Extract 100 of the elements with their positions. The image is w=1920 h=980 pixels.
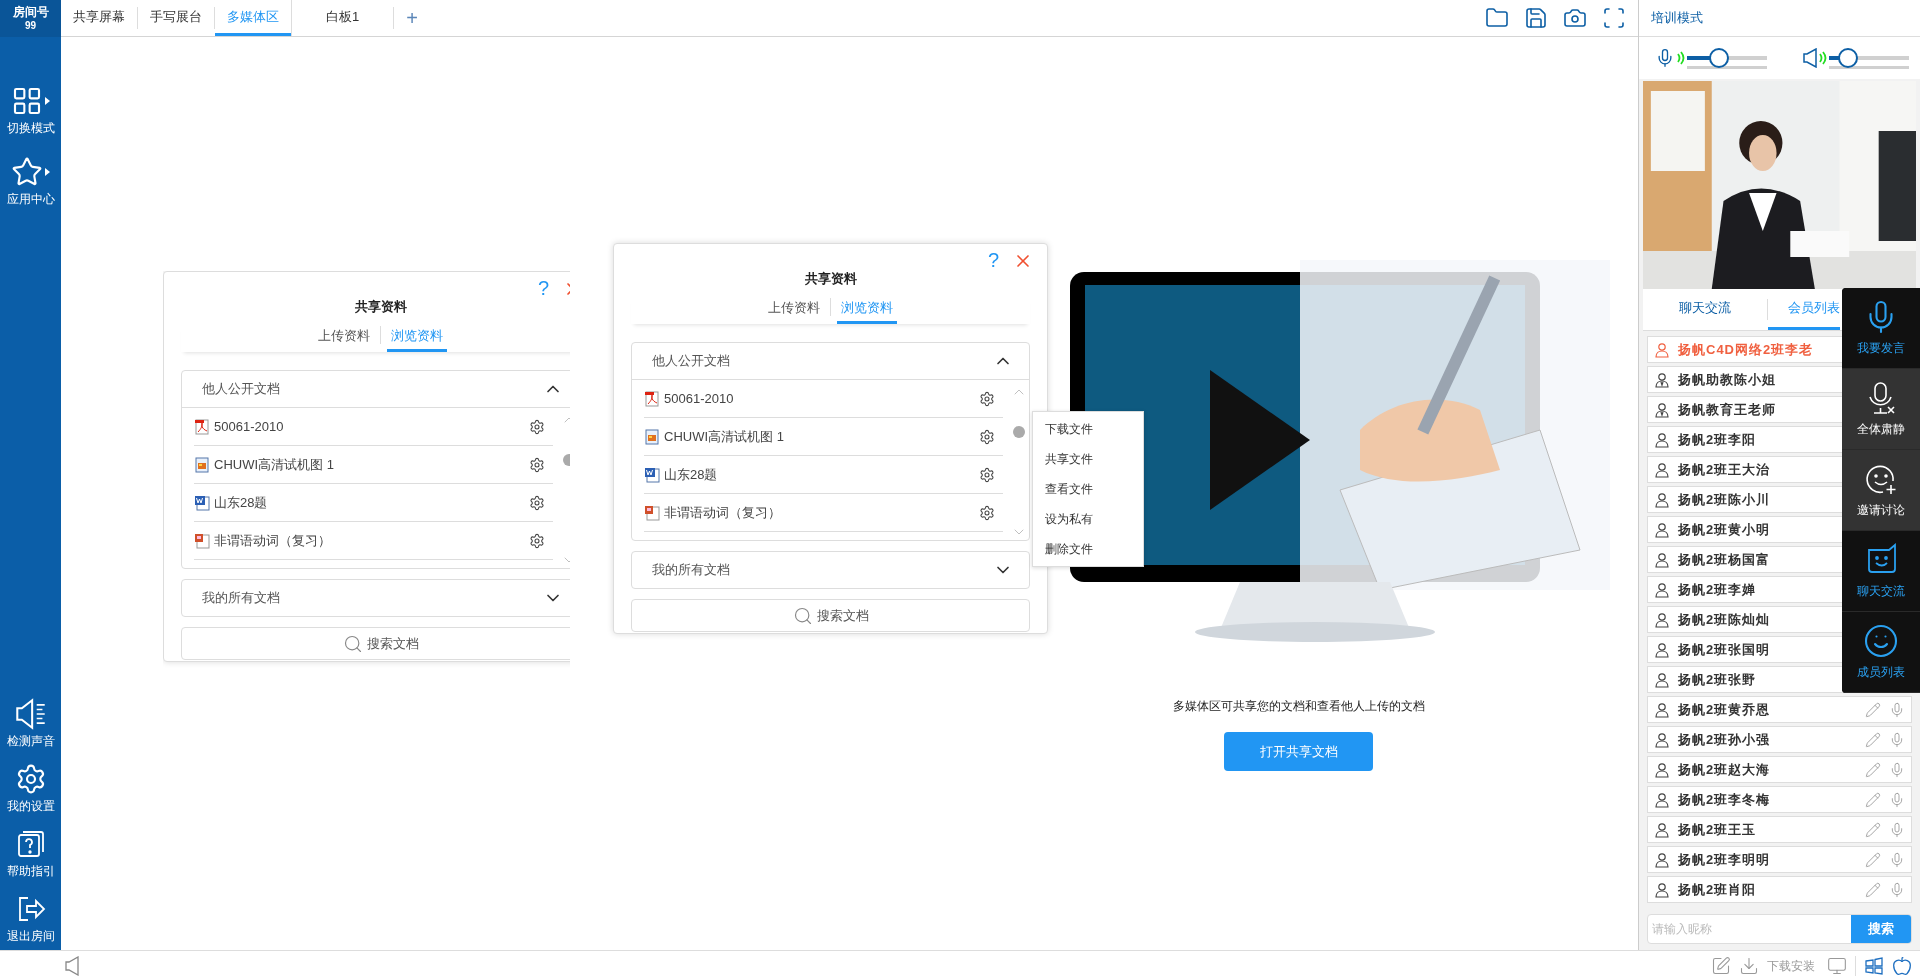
member-name: 扬帆2班陈灿灿	[1678, 610, 1771, 629]
slider-thumb[interactable]	[1709, 48, 1729, 68]
mode-label: 培训模式	[1651, 9, 1703, 28]
file-name: 非谓语动词（复习）	[664, 503, 782, 522]
pencil-icon[interactable]	[1865, 791, 1881, 808]
settings-icon[interactable]	[979, 466, 995, 483]
menu-item[interactable]: 下载文件	[1033, 414, 1143, 444]
file-row[interactable]: CHUWI高清试机图 1	[194, 446, 553, 484]
action-button[interactable]: 邀请讨论	[1842, 450, 1920, 531]
member-name: 扬帆2班肖阳	[1678, 880, 1757, 899]
save-icon[interactable]	[1524, 6, 1548, 30]
action-button[interactable]: 我要发言	[1842, 288, 1920, 369]
menu-item[interactable]: 共享文件	[1033, 444, 1143, 474]
pencil-icon[interactable]	[1865, 761, 1881, 778]
microphone-icon[interactable]	[1889, 731, 1905, 748]
file-row[interactable]: 50061-2010	[194, 408, 553, 446]
monitor-icon[interactable]	[1827, 955, 1847, 976]
pencil-icon[interactable]	[1865, 701, 1881, 718]
tab[interactable]: 手写展台	[138, 0, 214, 36]
speaker-icon[interactable]	[65, 955, 79, 976]
edit-icon[interactable]	[1711, 955, 1731, 976]
member-name: 扬帆2班张野	[1678, 670, 1757, 689]
member-row[interactable]: 扬帆2班李明明	[1647, 846, 1912, 873]
member-row[interactable]: 扬帆2班赵大海	[1647, 756, 1912, 783]
microphone-icon[interactable]	[1889, 821, 1905, 838]
dialog-title: 共享资料	[354, 297, 407, 316]
apple-icon[interactable]	[1892, 955, 1912, 976]
member-row[interactable]: 扬帆2班李冬梅	[1647, 786, 1912, 813]
member-name: 扬帆2班黄乔恩	[1678, 700, 1771, 719]
settings-icon[interactable]	[979, 390, 995, 407]
microphone-icon[interactable]	[1889, 881, 1905, 898]
menu-item[interactable]: 删除文件	[1033, 534, 1143, 564]
member-row[interactable]: 扬帆2班肖阳	[1647, 876, 1912, 903]
add-tab-button[interactable]: +	[394, 0, 430, 36]
search-documents-button[interactable]: 搜索文档	[631, 599, 1030, 632]
microphone-icon[interactable]	[1889, 791, 1905, 808]
action-button[interactable]: 全体肃静	[1842, 369, 1920, 450]
camera-icon[interactable]	[1563, 6, 1587, 30]
menu-item[interactable]: 设为私有	[1033, 504, 1143, 534]
file-row[interactable]: 非谓语动词（复习）	[644, 494, 1003, 532]
settings-icon[interactable]	[979, 504, 995, 521]
menu-item[interactable]: 查看文件	[1033, 474, 1143, 504]
tab[interactable]: 共享屏幕	[61, 0, 137, 36]
member-name: 扬帆2班黄小明	[1678, 520, 1771, 539]
sidebar-item[interactable]: 我的设置	[0, 757, 61, 820]
person-icon	[1654, 551, 1670, 568]
slides-file-icon	[644, 504, 660, 521]
file-row[interactable]: 山东28题	[194, 484, 553, 522]
section-header[interactable]: 我的所有文档	[632, 552, 1029, 588]
settings-icon[interactable]	[529, 532, 545, 549]
sidebar-item[interactable]: 检测声音	[0, 692, 61, 755]
speaker-icon	[1803, 48, 1817, 68]
person-icon	[1654, 881, 1670, 898]
slider-thumb[interactable]	[1838, 48, 1859, 68]
microphone-icon[interactable]	[1889, 761, 1905, 778]
signal-icon	[1819, 51, 1827, 65]
speaker-icon	[14, 698, 47, 730]
section-header[interactable]: 我的所有文档	[182, 580, 570, 616]
download-icon[interactable]	[1739, 955, 1759, 976]
search-documents-button[interactable]: 搜索文档	[181, 627, 570, 660]
settings-icon[interactable]	[529, 456, 545, 473]
settings-icon[interactable]	[529, 418, 545, 435]
pencil-icon[interactable]	[1865, 881, 1881, 898]
panel-tab[interactable]: 聊天交流	[1643, 289, 1767, 330]
dialog-tab[interactable]: 上传资料	[314, 325, 374, 352]
section-header[interactable]: 他人公开文档	[632, 343, 1029, 379]
dialog-tab[interactable]: 上传资料	[764, 297, 824, 324]
file-name: 50061-2010	[664, 389, 735, 408]
microphone-icon[interactable]	[1889, 701, 1905, 718]
pencil-icon[interactable]	[1865, 731, 1881, 748]
slides-file-icon	[194, 532, 210, 549]
member-name: 扬帆2班杨国富	[1678, 550, 1771, 569]
member-row[interactable]: 扬帆2班黄乔恩	[1647, 696, 1912, 723]
star-icon	[11, 156, 50, 188]
settings-icon[interactable]	[529, 494, 545, 511]
file-name: CHUWI高清试机图 1	[664, 427, 785, 446]
member-row[interactable]: 扬帆2班孙小强	[1647, 726, 1912, 753]
microphone-icon[interactable]	[1889, 851, 1905, 868]
file-row[interactable]: CHUWI高清试机图 1	[644, 418, 1003, 456]
file-name: CHUWI高清试机图 1	[214, 455, 335, 474]
tab[interactable]: 白板1	[292, 0, 394, 36]
member-name: 扬帆2班赵大海	[1678, 760, 1771, 779]
fullscreen-icon[interactable]	[1602, 6, 1626, 30]
member-row[interactable]: 扬帆2班王玉	[1647, 816, 1912, 843]
file-row[interactable]: 非谓语动词（复习）	[194, 522, 553, 560]
windows-icon[interactable]	[1864, 955, 1884, 976]
section-header[interactable]: 他人公开文档	[182, 371, 570, 407]
sidebar-item[interactable]: 帮助指引	[0, 822, 61, 885]
file-row[interactable]: 山东28题	[644, 456, 1003, 494]
folder-icon[interactable]	[1485, 6, 1509, 30]
room-badge: 房间号 99	[0, 0, 61, 37]
sidebar-item[interactable]: 切换模式	[0, 79, 61, 142]
sidebar-item[interactable]: 应用中心	[0, 150, 61, 213]
file-row[interactable]: 50061-2010	[644, 380, 1003, 418]
scroll-thumb[interactable]	[1013, 426, 1025, 438]
pencil-icon[interactable]	[1865, 821, 1881, 838]
sidebar-item[interactable]: 退出房间	[0, 887, 61, 950]
image-file-icon	[194, 456, 210, 473]
pencil-icon[interactable]	[1865, 851, 1881, 868]
settings-icon[interactable]	[979, 428, 995, 445]
